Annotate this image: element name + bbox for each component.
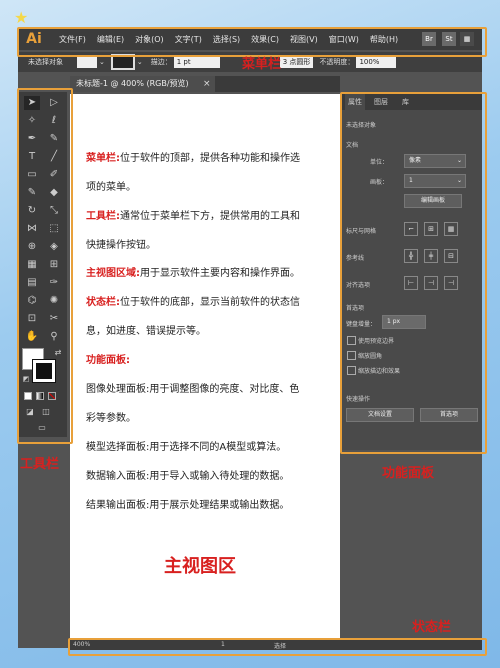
term-menubar: 菜单栏: bbox=[86, 153, 120, 164]
star-decoration-icon: ★ bbox=[14, 8, 29, 27]
stroke-label: 描边： bbox=[150, 58, 172, 66]
desc-toolbar: 通常位于菜单栏下方，提供常用的工具和 bbox=[120, 211, 300, 222]
label-main-view: 主视图区 bbox=[164, 556, 236, 577]
desc-main-view: 用于显示软件主要内容和操作界面。 bbox=[140, 268, 300, 279]
text-line-statusbar: 状态栏:位于软件的底部，显示当前软件的状态信 bbox=[86, 293, 300, 308]
chevron-down-icon[interactable]: ⌄ bbox=[137, 58, 143, 66]
fill-swatch[interactable] bbox=[77, 56, 97, 68]
term-main-view: 主视图区域: bbox=[86, 268, 140, 279]
document-tab[interactable]: 未标题-1 @ 400% (RGB/预览) bbox=[70, 76, 215, 92]
term-statusbar: 状态栏: bbox=[86, 297, 120, 308]
opacity-input[interactable]: 100% bbox=[356, 56, 397, 68]
close-icon[interactable]: × bbox=[203, 76, 213, 92]
text-line-toolbar: 工具栏:通常位于菜单栏下方，提供常用的工具和 bbox=[86, 207, 300, 222]
text-line-image-panel: 图像处理面板:用于调整图像的亮度、对比度、色 bbox=[86, 384, 300, 395]
text-line-main-view: 主视图区域:用于显示软件主要内容和操作界面。 bbox=[86, 264, 300, 279]
text-line-model-panel: 模型选择面板:用于选择不同的A模型或算法。 bbox=[86, 442, 287, 453]
stroke-width-input[interactable]: 1 pt bbox=[173, 56, 220, 68]
panel-highlight bbox=[340, 92, 487, 454]
text-line-input-panel: 数据输入面板:用于导入或输入待处理的数据。 bbox=[86, 471, 290, 482]
text-line-menubar: 菜单栏:位于软件的顶部，提供各种功能和操作选 bbox=[86, 149, 300, 164]
label-menubar: 菜单栏 bbox=[242, 57, 282, 72]
label-toolbar: 工具栏 bbox=[20, 457, 60, 472]
text-line-toolbar-cont: 快捷操作按钮。 bbox=[86, 240, 156, 251]
text-line-image-panel-cont: 彩等参数。 bbox=[86, 413, 136, 424]
label-function-panel: 功能面板 bbox=[382, 466, 435, 481]
statusbar-highlight bbox=[68, 638, 487, 656]
opacity-label: 不透明度： bbox=[319, 58, 355, 66]
text-line-output-panel: 结果输出面板:用于展示处理结果或输出数据。 bbox=[86, 500, 290, 511]
text-line-menubar-cont: 项的菜单。 bbox=[86, 182, 136, 193]
brush-select[interactable]: 3 点圆形 bbox=[279, 56, 314, 68]
desc-statusbar: 位于软件的底部，显示当前软件的状态信 bbox=[120, 297, 300, 308]
term-function-panel: 功能面板: bbox=[86, 355, 130, 366]
chevron-down-icon[interactable]: ⌄ bbox=[99, 58, 105, 66]
desc-menubar: 位于软件的顶部，提供各种功能和操作选 bbox=[120, 153, 300, 164]
text-line-statusbar-cont: 息，如进度、错误提示等。 bbox=[86, 326, 206, 337]
term-toolbar: 工具栏: bbox=[86, 211, 120, 222]
label-statusbar: 状态栏 bbox=[412, 620, 452, 635]
document-tab-title: 未标题-1 @ 400% (RGB/预览) bbox=[76, 79, 189, 88]
toolbar-highlight bbox=[17, 88, 73, 444]
no-selection-label: 未选择对象 bbox=[28, 58, 63, 66]
